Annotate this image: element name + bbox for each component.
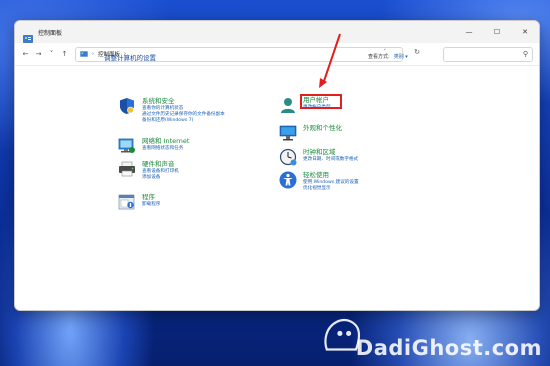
programs-icon: [118, 194, 135, 210]
link-view-network-status[interactable]: 查看网络状态和任务: [142, 146, 189, 152]
forward-button[interactable]: →: [32, 46, 45, 62]
category-ease-of-access: 轻松使用 使用 Windows 建议的设置 优化视觉显示: [279, 171, 359, 192]
category-title-appearance[interactable]: 外观和个性化: [303, 124, 342, 133]
window-controls: — ☐ ✕: [455, 21, 539, 43]
link-uninstall-program[interactable]: 卸载程序: [142, 202, 160, 208]
category-title-programs[interactable]: 程序: [142, 193, 160, 202]
up-button[interactable]: ↑: [58, 46, 71, 62]
search-input[interactable]: ⚲: [443, 46, 533, 62]
category-programs: 程序 卸载程序: [118, 193, 160, 211]
title-bar: 控制面板 — ☐ ✕: [15, 21, 539, 43]
shield-icon: [120, 98, 134, 114]
category-system-security: 系统和安全 查看你的计算机状态 通过文件历史记录保存你的文件备份副本 备份和还原…: [118, 97, 225, 125]
red-arrow-icon: [319, 33, 341, 88]
control-panel-window: 控制面板 — ☐ ✕ ← → ˅ ↑ › 控制面板 › ˅ ↻ ⚲: [14, 20, 540, 311]
close-button[interactable]: ✕: [511, 21, 539, 43]
maximize-button[interactable]: ☐: [483, 21, 511, 43]
search-icon: ⚲: [522, 50, 528, 58]
window-title: 控制面板: [38, 29, 63, 37]
category-hardware-sound: 硬件和声音 查看设备和打印机 添加设备: [118, 160, 179, 181]
category-title-hardware-sound[interactable]: 硬件和声音: [142, 160, 179, 169]
user-icon: [281, 98, 295, 113]
page-heading: 调整计算机的设置: [104, 54, 156, 62]
address-bar: ← → ˅ ↑ › 控制面板 › ˅ ↻ ⚲: [15, 43, 539, 66]
breadcrumb-chevron-icon: ›: [92, 51, 94, 57]
clock-icon: [279, 148, 297, 166]
category-network-internet: 网络和 Internet 查看网络状态和任务: [118, 137, 189, 155]
category-title-network-internet[interactable]: 网络和 Internet: [142, 137, 189, 146]
view-by-dropdown[interactable]: 类别 ▾: [394, 54, 408, 60]
link-add-device[interactable]: 添加设备: [142, 175, 179, 181]
link-optimize-visual-display[interactable]: 优化视觉显示: [303, 186, 359, 192]
control-panel-content: [15, 66, 539, 310]
control-panel-icon: [80, 51, 88, 57]
back-button[interactable]: ←: [19, 46, 32, 62]
link-change-date-time-format[interactable]: 更改日期、时间或数字格式: [303, 157, 358, 163]
view-by-label: 查看方式:: [368, 54, 390, 60]
category-clock-region: 时钟和区域 更改日期、时间或数字格式: [279, 148, 358, 166]
monitor-icon: [279, 125, 297, 141]
printer-icon: [119, 161, 135, 177]
accessibility-icon: [279, 171, 297, 189]
network-icon: [118, 138, 135, 153]
recent-locations-button[interactable]: ˅: [45, 46, 58, 62]
category-title-clock-region[interactable]: 时钟和区域: [303, 148, 358, 157]
watermark: DadiGhost.com: [318, 304, 542, 360]
watermark-text: DadiGhost.com: [355, 336, 542, 360]
category-title-ease-of-access[interactable]: 轻松使用: [303, 171, 359, 180]
highlight-box: [300, 94, 342, 109]
view-by: 查看方式: 类别 ▾: [368, 53, 408, 60]
category-title-system-security[interactable]: 系统和安全: [142, 97, 225, 106]
refresh-icon[interactable]: ↻: [414, 48, 420, 56]
category-appearance: 外观和个性化: [279, 124, 342, 142]
control-panel-icon: [23, 28, 33, 43]
minimize-button[interactable]: —: [455, 21, 483, 43]
link-backup-restore[interactable]: 备份和还原(Windows 7): [142, 118, 225, 124]
